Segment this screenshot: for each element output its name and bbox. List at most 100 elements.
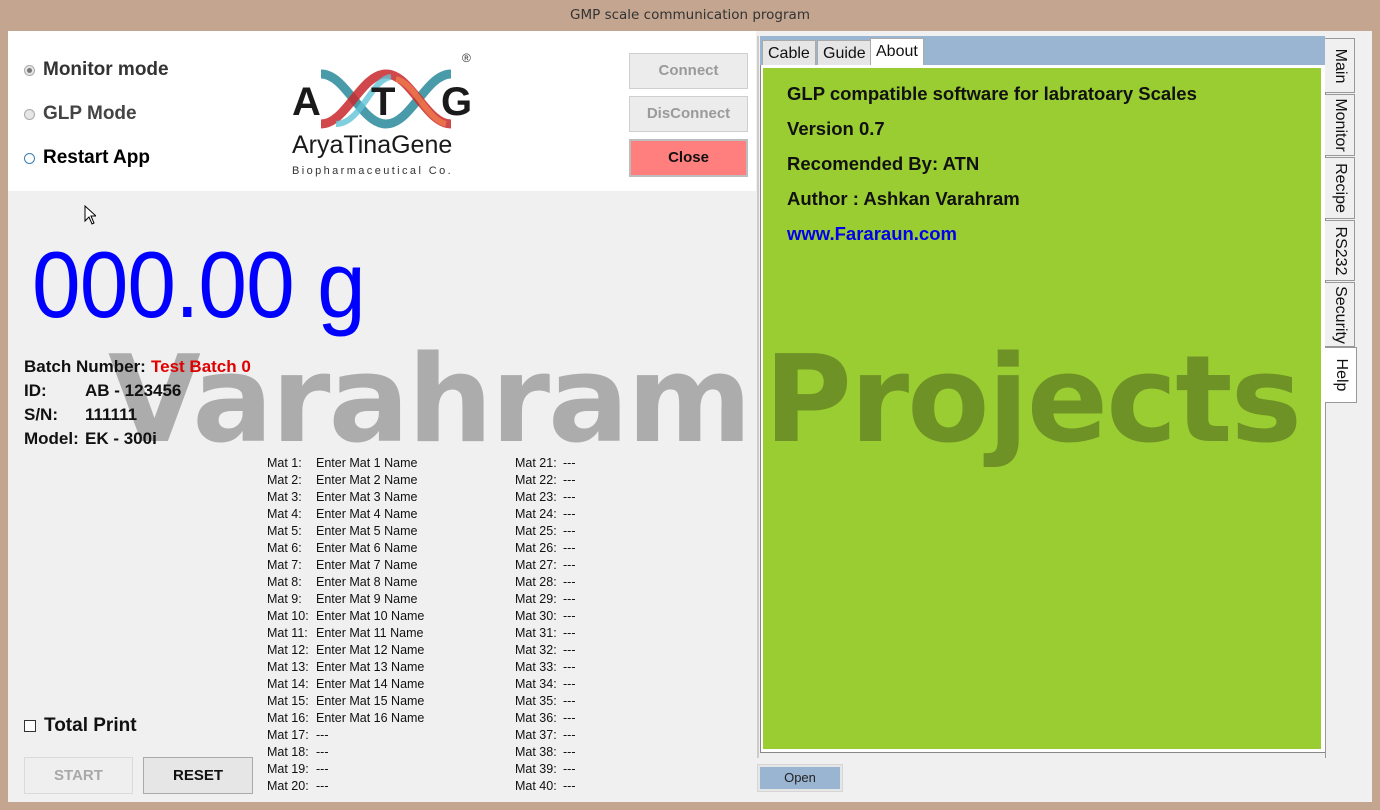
material-row: Mat 13: Enter Mat 13 Name: [267, 659, 424, 676]
material-name: Enter Mat 10 Name: [316, 609, 425, 623]
svg-text:G: G: [441, 80, 472, 124]
window-title: GMP scale communication program: [0, 0, 1380, 31]
model-label: Model:: [24, 429, 79, 448]
material-row: Mat 6: Enter Mat 6 Name: [267, 540, 424, 557]
glp-mode-radio[interactable]: GLP Mode: [24, 103, 137, 125]
reset-button[interactable]: RESET: [143, 757, 253, 794]
help-tab-strip: Cable Guide About: [760, 36, 1325, 67]
material-key: Mat 22:: [515, 473, 557, 487]
side-tab-rs232[interactable]: RS232: [1325, 220, 1355, 281]
material-name: Enter Mat 13 Name: [316, 660, 425, 674]
material-key: Mat 19:: [267, 762, 309, 776]
side-tab-rs232-label: RS232: [1331, 226, 1349, 275]
material-key: Mat 8:: [267, 575, 302, 589]
material-row: Mat 25: ---: [515, 523, 576, 540]
tab-about[interactable]: About: [870, 38, 924, 67]
about-author: Author : Ashkan Varahram: [787, 188, 1020, 209]
logo-subtitle: Biopharmaceutical Co.: [292, 165, 454, 177]
restart-app-radio[interactable]: Restart App: [24, 147, 150, 169]
material-row: Mat 11: Enter Mat 11 Name: [267, 625, 424, 642]
material-key: Mat 12:: [267, 643, 309, 657]
material-name: ---: [563, 626, 576, 640]
material-key: Mat 39:: [515, 762, 557, 776]
serial-number-value: 111111: [85, 405, 138, 424]
about-description: GLP compatible software for labratoary S…: [787, 83, 1197, 104]
material-key: Mat 5:: [267, 524, 302, 538]
material-key: Mat 4:: [267, 507, 302, 521]
registered-mark: ®: [462, 51, 471, 65]
tab-guide[interactable]: Guide: [817, 40, 872, 66]
glp-mode-label: GLP Mode: [43, 103, 137, 124]
material-row: Mat 15: Enter Mat 15 Name: [267, 693, 424, 710]
material-key: Mat 11:: [267, 626, 308, 640]
open-button[interactable]: Open: [757, 764, 843, 792]
material-key: Mat 15:: [267, 694, 309, 708]
material-name: ---: [563, 524, 576, 538]
material-name: ---: [563, 490, 576, 504]
material-key: Mat 29:: [515, 592, 557, 606]
company-logo: A T G ® AryaTinaGene Biopharmaceutical C…: [266, 39, 496, 189]
material-row: Mat 12: Enter Mat 12 Name: [267, 642, 424, 659]
material-name: ---: [563, 728, 576, 742]
material-key: Mat 14:: [267, 677, 309, 691]
restart-app-label: Restart App: [43, 147, 150, 168]
model-value: EK - 300i: [85, 429, 157, 448]
connect-button[interactable]: Connect: [629, 53, 748, 89]
material-name: ---: [563, 745, 576, 759]
material-row: Mat 26: ---: [515, 540, 576, 557]
material-name: Enter Mat 1 Name: [316, 456, 418, 470]
material-name: ---: [563, 660, 576, 674]
monitor-mode-radio[interactable]: Monitor mode: [24, 59, 169, 81]
material-name: ---: [563, 677, 576, 691]
about-version: Version 0.7: [787, 118, 885, 139]
material-row: Mat 16: Enter Mat 16 Name: [267, 710, 424, 727]
material-row: Mat 36: ---: [515, 710, 576, 727]
material-row: Mat 4: Enter Mat 4 Name: [267, 506, 424, 523]
material-name: Enter Mat 8 Name: [316, 575, 418, 589]
side-tab-help[interactable]: Help: [1325, 347, 1357, 403]
material-row: Mat 1: Enter Mat 1 Name: [267, 455, 424, 472]
weight-display: 000.00 g: [32, 232, 366, 337]
material-key: Mat 17:: [267, 728, 309, 742]
id-value: AB - 123456: [85, 381, 182, 400]
material-row: Mat 21: ---: [515, 455, 576, 472]
side-tab-main[interactable]: Main: [1325, 38, 1355, 93]
batch-number-label: Batch Number:: [24, 357, 146, 376]
material-key: Mat 1:: [267, 456, 302, 470]
material-row: Mat 31: ---: [515, 625, 576, 642]
material-row: Mat 35: ---: [515, 693, 576, 710]
material-name: Enter Mat 12 Name: [316, 643, 425, 657]
side-tab-security-label: Security: [1331, 285, 1349, 344]
open-button-label: Open: [760, 767, 840, 789]
side-tab-recipe[interactable]: Recipe: [1325, 157, 1355, 219]
tab-cable[interactable]: Cable: [762, 40, 816, 66]
material-name: Enter Mat 14 Name: [316, 677, 425, 691]
material-row: Mat 23: ---: [515, 489, 576, 506]
side-tab-help-label: Help: [1332, 358, 1350, 392]
material-key: Mat 35:: [515, 694, 557, 708]
material-name: ---: [316, 745, 329, 759]
close-button[interactable]: Close: [629, 139, 748, 177]
side-tab-strip: Main Monitor Recipe RS232 Security Help: [1325, 36, 1357, 776]
material-row: Mat 14: Enter Mat 14 Name: [267, 676, 424, 693]
batch-number-value: Test Batch 0: [151, 357, 251, 376]
material-name: ---: [563, 609, 576, 623]
disconnect-button[interactable]: DisConnect: [629, 96, 748, 132]
checkbox-icon: [24, 720, 36, 732]
material-key: Mat 18:: [267, 745, 309, 759]
material-name: ---: [316, 728, 329, 742]
material-key: Mat 33:: [515, 660, 557, 674]
material-key: Mat 25:: [515, 524, 557, 538]
start-button[interactable]: START: [24, 757, 133, 794]
total-print-checkbox[interactable]: Total Print: [24, 715, 137, 737]
material-row: Mat 10: Enter Mat 10 Name: [267, 608, 424, 625]
about-website-link[interactable]: www.Fararaun.com: [787, 223, 957, 245]
material-key: Mat 30:: [515, 609, 557, 623]
material-key: Mat 24:: [515, 507, 557, 521]
side-tab-monitor[interactable]: Monitor: [1325, 94, 1355, 156]
material-row: Mat 9: Enter Mat 9 Name: [267, 591, 424, 608]
side-tab-security[interactable]: Security: [1325, 282, 1355, 347]
material-key: Mat 23:: [515, 490, 557, 504]
material-row: Mat 22: ---: [515, 472, 576, 489]
material-key: Mat 40:: [515, 779, 557, 793]
